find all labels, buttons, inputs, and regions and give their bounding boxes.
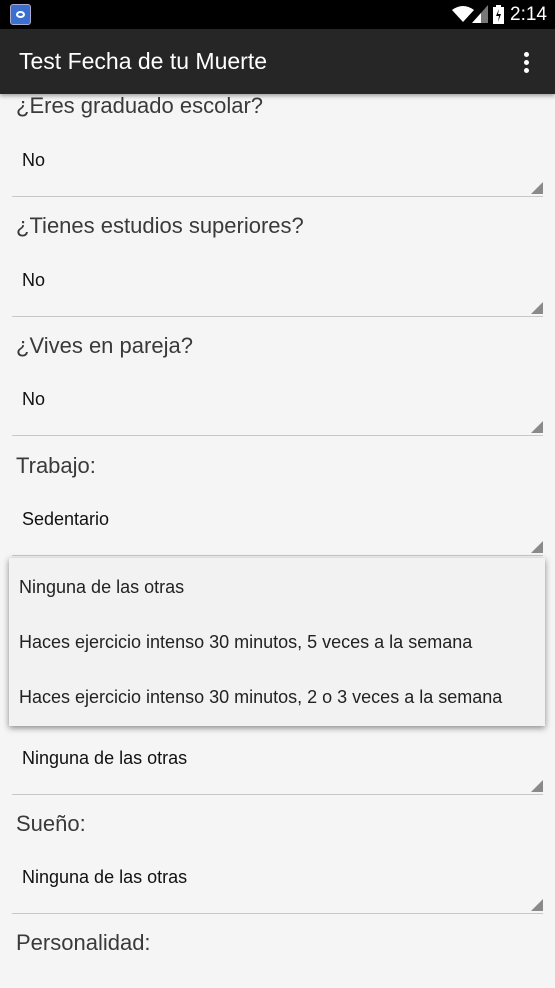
- status-time: 2:14: [510, 4, 547, 25]
- dropdown-option[interactable]: Ninguna de las otras: [19, 577, 184, 598]
- action-bar: Test Fecha de tu Muerte: [0, 29, 555, 94]
- spinner-value: No: [22, 389, 46, 409]
- spinner-arrow-icon: [531, 780, 543, 792]
- spinner-value: Sedentario: [22, 509, 110, 529]
- spinner-trabajo[interactable]: Sedentario: [12, 493, 543, 556]
- spinner-arrow-icon: [531, 182, 543, 194]
- dropdown-option[interactable]: Haces ejercicio intenso 30 minutos, 5 ve…: [19, 632, 472, 653]
- wifi-icon: [452, 6, 474, 22]
- spinner-value: No: [22, 270, 46, 290]
- spinner-value: Ninguna de las otras: [22, 867, 188, 887]
- signal-icon: [472, 5, 488, 23]
- app-notification-icon: [10, 4, 31, 25]
- question-trabajo: Trabajo:: [16, 453, 96, 478]
- question-personalidad: Personalidad:: [16, 930, 151, 955]
- spinner-arrow-icon: [531, 302, 543, 314]
- spinner-arrow-icon: [531, 421, 543, 433]
- spinner-arrow-icon: [531, 541, 543, 553]
- spinner-estudios[interactable]: No: [12, 254, 543, 317]
- more-vert-icon[interactable]: [515, 49, 539, 75]
- question-sueno: Sueño:: [16, 811, 86, 836]
- app-title: Test Fecha de tu Muerte: [19, 48, 268, 74]
- status-bar: 2:14: [0, 0, 555, 29]
- spinner-sueno[interactable]: Ninguna de las otras: [12, 851, 543, 914]
- spinner-value: Ninguna de las otras: [22, 748, 188, 768]
- spinner-graduado[interactable]: No: [12, 134, 543, 197]
- spinner-value: No: [22, 150, 46, 170]
- spinner-pareja[interactable]: No: [12, 373, 543, 436]
- spinner-arrow-icon: [531, 899, 543, 911]
- spinner-ejercicio[interactable]: Ninguna de las otras: [12, 732, 543, 795]
- form-scroll-area[interactable]: ¿Eres graduado escolar? No ¿Tienes estud…: [0, 94, 555, 988]
- battery-icon: [493, 5, 504, 24]
- spinner-dropdown-list: Ninguna de las otras Haces ejercicio int…: [9, 558, 545, 726]
- question-graduado: ¿Eres graduado escolar?: [16, 94, 264, 118]
- question-pareja: ¿Vives en pareja?: [16, 333, 193, 358]
- dropdown-option[interactable]: Haces ejercicio intenso 30 minutos, 2 o …: [19, 687, 502, 708]
- question-estudios: ¿Tienes estudios superiores?: [16, 213, 304, 238]
